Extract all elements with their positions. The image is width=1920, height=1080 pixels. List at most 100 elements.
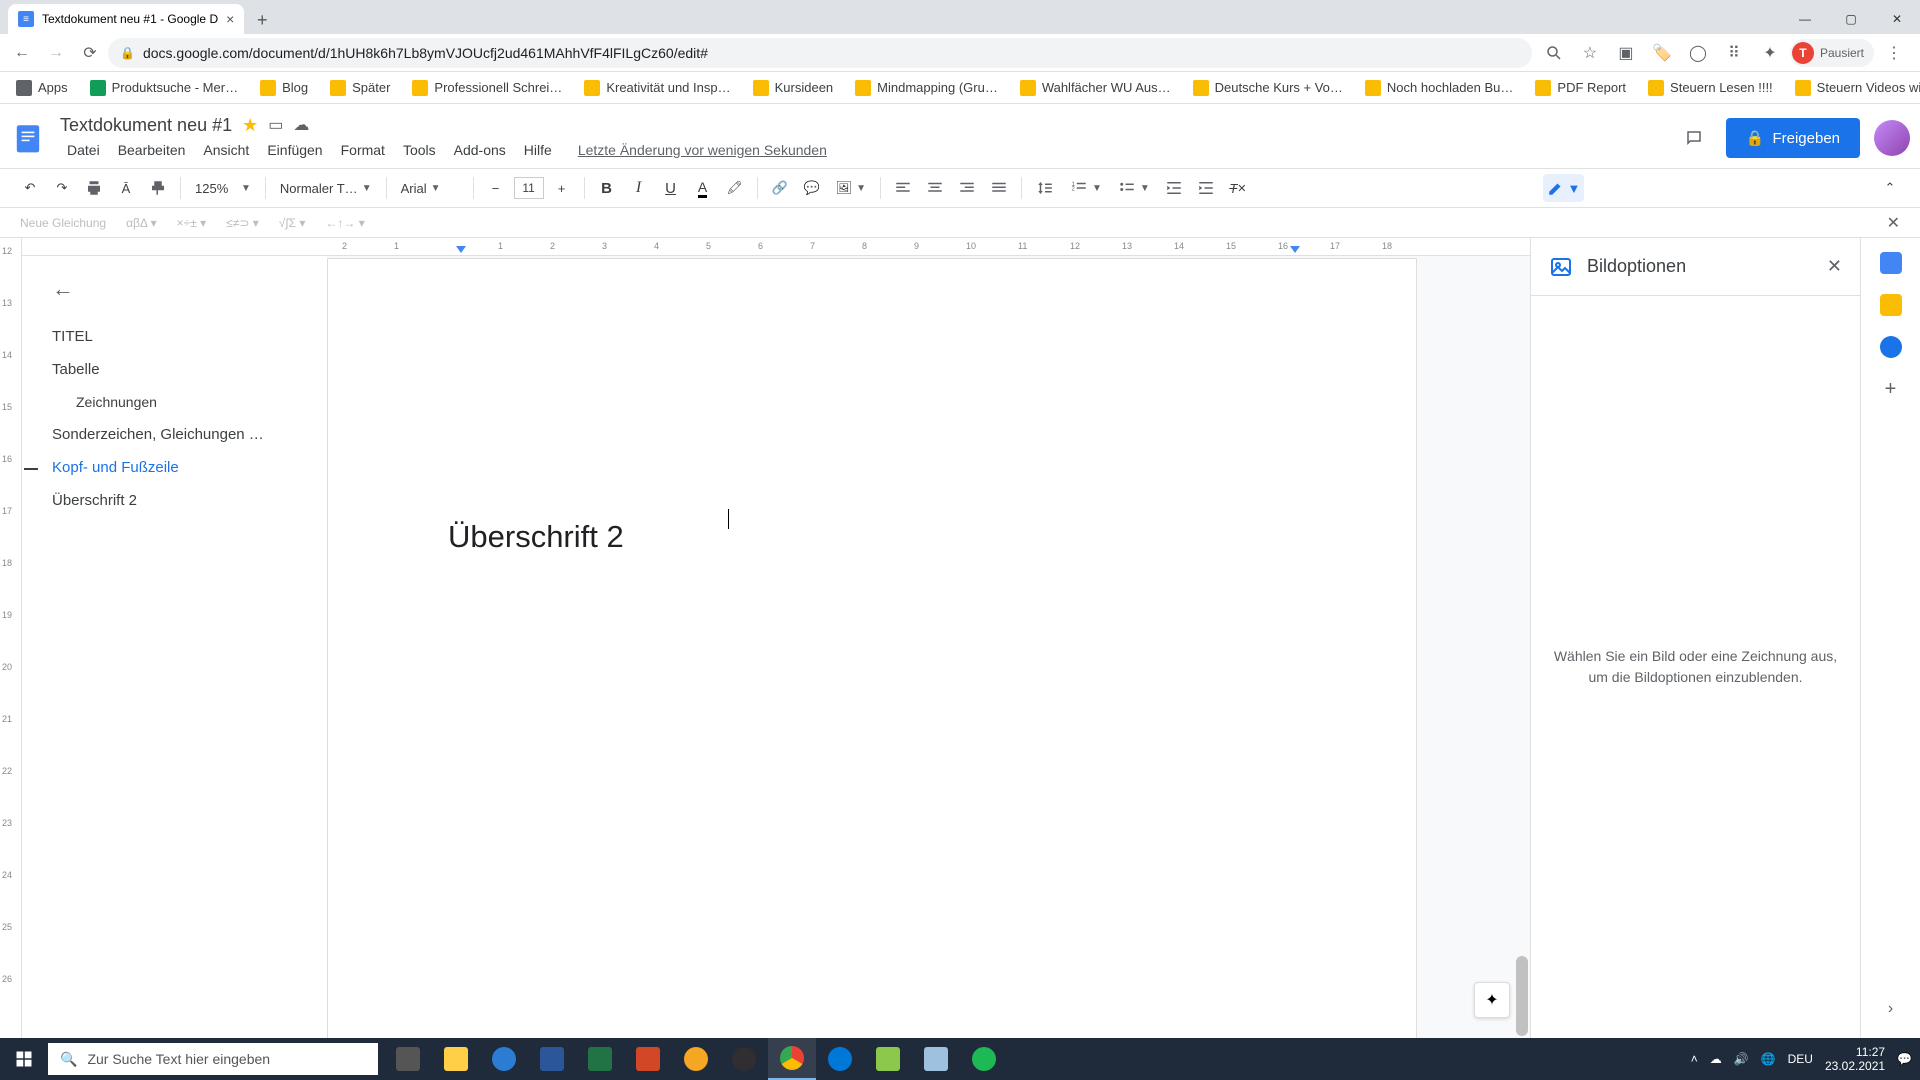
bookmark-item[interactable]: Mindmapping (Gru… xyxy=(845,74,1008,102)
insert-image-dropdown[interactable]: 🖼▼ xyxy=(830,174,872,202)
close-panel-icon[interactable]: ✕ xyxy=(1827,256,1842,277)
powerpoint-icon[interactable] xyxy=(624,1038,672,1080)
last-edit-link[interactable]: Letzte Änderung vor wenigen Sekunden xyxy=(571,138,834,162)
decrease-font-button[interactable]: − xyxy=(482,174,510,202)
bookmark-item[interactable]: Kreativität und Insp… xyxy=(574,74,740,102)
bookmark-item[interactable]: Deutsche Kurs + Vo… xyxy=(1183,74,1353,102)
spotify-icon[interactable] xyxy=(960,1038,1008,1080)
back-button[interactable]: ← xyxy=(6,37,38,69)
menu-hilfe[interactable]: Hilfe xyxy=(517,138,559,162)
new-tab-button[interactable]: + xyxy=(248,6,276,34)
network-icon[interactable]: 🌐 xyxy=(1761,1052,1776,1066)
arrows-dropdown[interactable]: ←↑→ ▾ xyxy=(325,216,364,230)
maximize-button[interactable]: ▢ xyxy=(1828,4,1874,34)
menu-einfuegen[interactable]: Einfügen xyxy=(260,138,329,162)
bookmark-item[interactable]: PDF Report xyxy=(1525,74,1636,102)
editing-mode-dropdown[interactable]: ▼ xyxy=(1543,174,1584,202)
explorer-icon[interactable] xyxy=(432,1038,480,1080)
paragraph-style-dropdown[interactable]: Normaler T…▼ xyxy=(274,174,378,202)
bookmark-item[interactable]: Produktsuche - Mer… xyxy=(80,74,248,102)
clock[interactable]: 11:27 23.02.2021 xyxy=(1825,1045,1885,1074)
ext-circle-icon[interactable]: ◯ xyxy=(1682,37,1714,69)
outline-item[interactable]: Sonderzeichen, Gleichungen … xyxy=(52,418,317,451)
menu-bearbeiten[interactable]: Bearbeiten xyxy=(111,138,193,162)
reload-button[interactable]: ⟳ xyxy=(74,37,106,69)
bookmark-item[interactable]: Später xyxy=(320,74,400,102)
calendar-icon[interactable] xyxy=(1880,252,1902,274)
tasks-icon[interactable] xyxy=(1880,336,1902,358)
menu-ansicht[interactable]: Ansicht xyxy=(196,138,256,162)
outline-back-arrow[interactable]: ← xyxy=(52,276,317,302)
outline-item[interactable]: TITEL xyxy=(52,320,317,353)
share-button[interactable]: 🔒 Freigeben xyxy=(1726,118,1860,158)
tray-chevron-icon[interactable]: ˄ xyxy=(1691,1052,1698,1066)
relations-dropdown[interactable]: ≤≠⊃ ▾ xyxy=(226,216,259,230)
menu-tools[interactable]: Tools xyxy=(396,138,443,162)
document-page[interactable]: Überschrift 2 xyxy=(327,258,1417,1038)
bulleted-list-dropdown[interactable]: ▼ xyxy=(1112,174,1156,202)
outline-item[interactable]: Überschrift 2 xyxy=(52,484,317,517)
zoom-dropdown[interactable]: 125%▼ xyxy=(189,174,257,202)
insert-comment-button[interactable]: 💬 xyxy=(798,174,826,202)
obs-icon[interactable] xyxy=(720,1038,768,1080)
close-window-button[interactable]: ✕ xyxy=(1874,4,1920,34)
excel-icon[interactable] xyxy=(576,1038,624,1080)
notification-icon[interactable]: 💬 xyxy=(1897,1052,1912,1066)
undo-button[interactable]: ↶ xyxy=(16,174,44,202)
bookmark-item[interactable]: Kursideen xyxy=(743,74,844,102)
spellcheck-button[interactable]: Ā xyxy=(112,174,140,202)
extensions-icon[interactable]: ✦ xyxy=(1754,37,1786,69)
expand-sidebar-icon[interactable]: › xyxy=(1888,1000,1893,1018)
bookmark-item[interactable]: Steuern Videos wic… xyxy=(1785,74,1920,102)
chrome-icon[interactable] xyxy=(768,1038,816,1080)
clear-formatting-button[interactable]: T✕ xyxy=(1224,174,1252,202)
browser-menu-icon[interactable]: ⋮ xyxy=(1878,37,1910,69)
align-right-button[interactable] xyxy=(953,174,981,202)
indent-marker-left[interactable] xyxy=(456,246,466,253)
cloud-status-icon[interactable]: ☁ xyxy=(293,115,309,135)
greek-dropdown[interactable]: αβΔ ▾ xyxy=(126,216,157,230)
bookmark-item[interactable]: Steuern Lesen !!!! xyxy=(1638,74,1783,102)
notepad-plus-icon[interactable] xyxy=(864,1038,912,1080)
menu-addons[interactable]: Add-ons xyxy=(447,138,513,162)
increase-indent-button[interactable] xyxy=(1192,174,1220,202)
new-equation-button[interactable]: Neue Gleichung xyxy=(20,216,106,230)
page-canvas[interactable]: Überschrift 2 ✦ xyxy=(327,256,1530,1038)
comments-icon[interactable] xyxy=(1676,120,1712,156)
ext-shopping-icon[interactable]: 🏷️ xyxy=(1646,37,1678,69)
edge-icon[interactable] xyxy=(816,1038,864,1080)
task-view-icon[interactable] xyxy=(384,1038,432,1080)
ext-dots-icon[interactable]: ⠿ xyxy=(1718,37,1750,69)
line-spacing-dropdown[interactable] xyxy=(1030,174,1060,202)
paint-format-button[interactable] xyxy=(144,174,172,202)
heading-text[interactable]: Überschrift 2 xyxy=(448,519,1296,555)
document-title[interactable]: Textdokument neu #1 xyxy=(60,115,232,136)
numbered-list-dropdown[interactable]: 12▼ xyxy=(1064,174,1108,202)
decrease-indent-button[interactable] xyxy=(1160,174,1188,202)
highlight-button[interactable]: 🖍 xyxy=(721,174,749,202)
scrollbar-thumb[interactable] xyxy=(1516,956,1528,1036)
bookmark-item[interactable]: Blog xyxy=(250,74,318,102)
operators-dropdown[interactable]: ×÷± ▾ xyxy=(177,216,207,230)
browser-tab[interactable]: ≡ Textdokument neu #1 - Google D × xyxy=(8,4,244,34)
docs-logo[interactable] xyxy=(8,118,48,158)
outline-item[interactable]: Tabelle xyxy=(52,353,317,386)
print-button[interactable] xyxy=(80,174,108,202)
font-dropdown[interactable]: Arial▼ xyxy=(395,174,465,202)
increase-font-button[interactable]: + xyxy=(548,174,576,202)
bookmark-star-icon[interactable]: ☆ xyxy=(1574,37,1606,69)
collapse-toolbar-button[interactable]: ⌃ xyxy=(1876,174,1904,202)
address-bar[interactable]: 🔒 docs.google.com/document/d/1hUH8k6h7Lb… xyxy=(108,38,1532,68)
outline-item[interactable]: Zeichnungen xyxy=(52,386,317,418)
math-dropdown[interactable]: √∫Σ ▾ xyxy=(279,216,306,230)
align-center-button[interactable] xyxy=(921,174,949,202)
tab-close-icon[interactable]: × xyxy=(226,11,234,27)
insert-link-button[interactable]: 🔗 xyxy=(766,174,794,202)
app-orange-icon[interactable] xyxy=(672,1038,720,1080)
underline-button[interactable]: U xyxy=(657,174,685,202)
start-button[interactable] xyxy=(0,1038,48,1080)
font-size-input[interactable]: 11 xyxy=(514,177,544,199)
horizontal-ruler[interactable]: 21123456789101112131415161718 xyxy=(22,238,1530,256)
profile-chip[interactable]: T Pausiert xyxy=(1790,39,1874,67)
italic-button[interactable]: I xyxy=(625,174,653,202)
